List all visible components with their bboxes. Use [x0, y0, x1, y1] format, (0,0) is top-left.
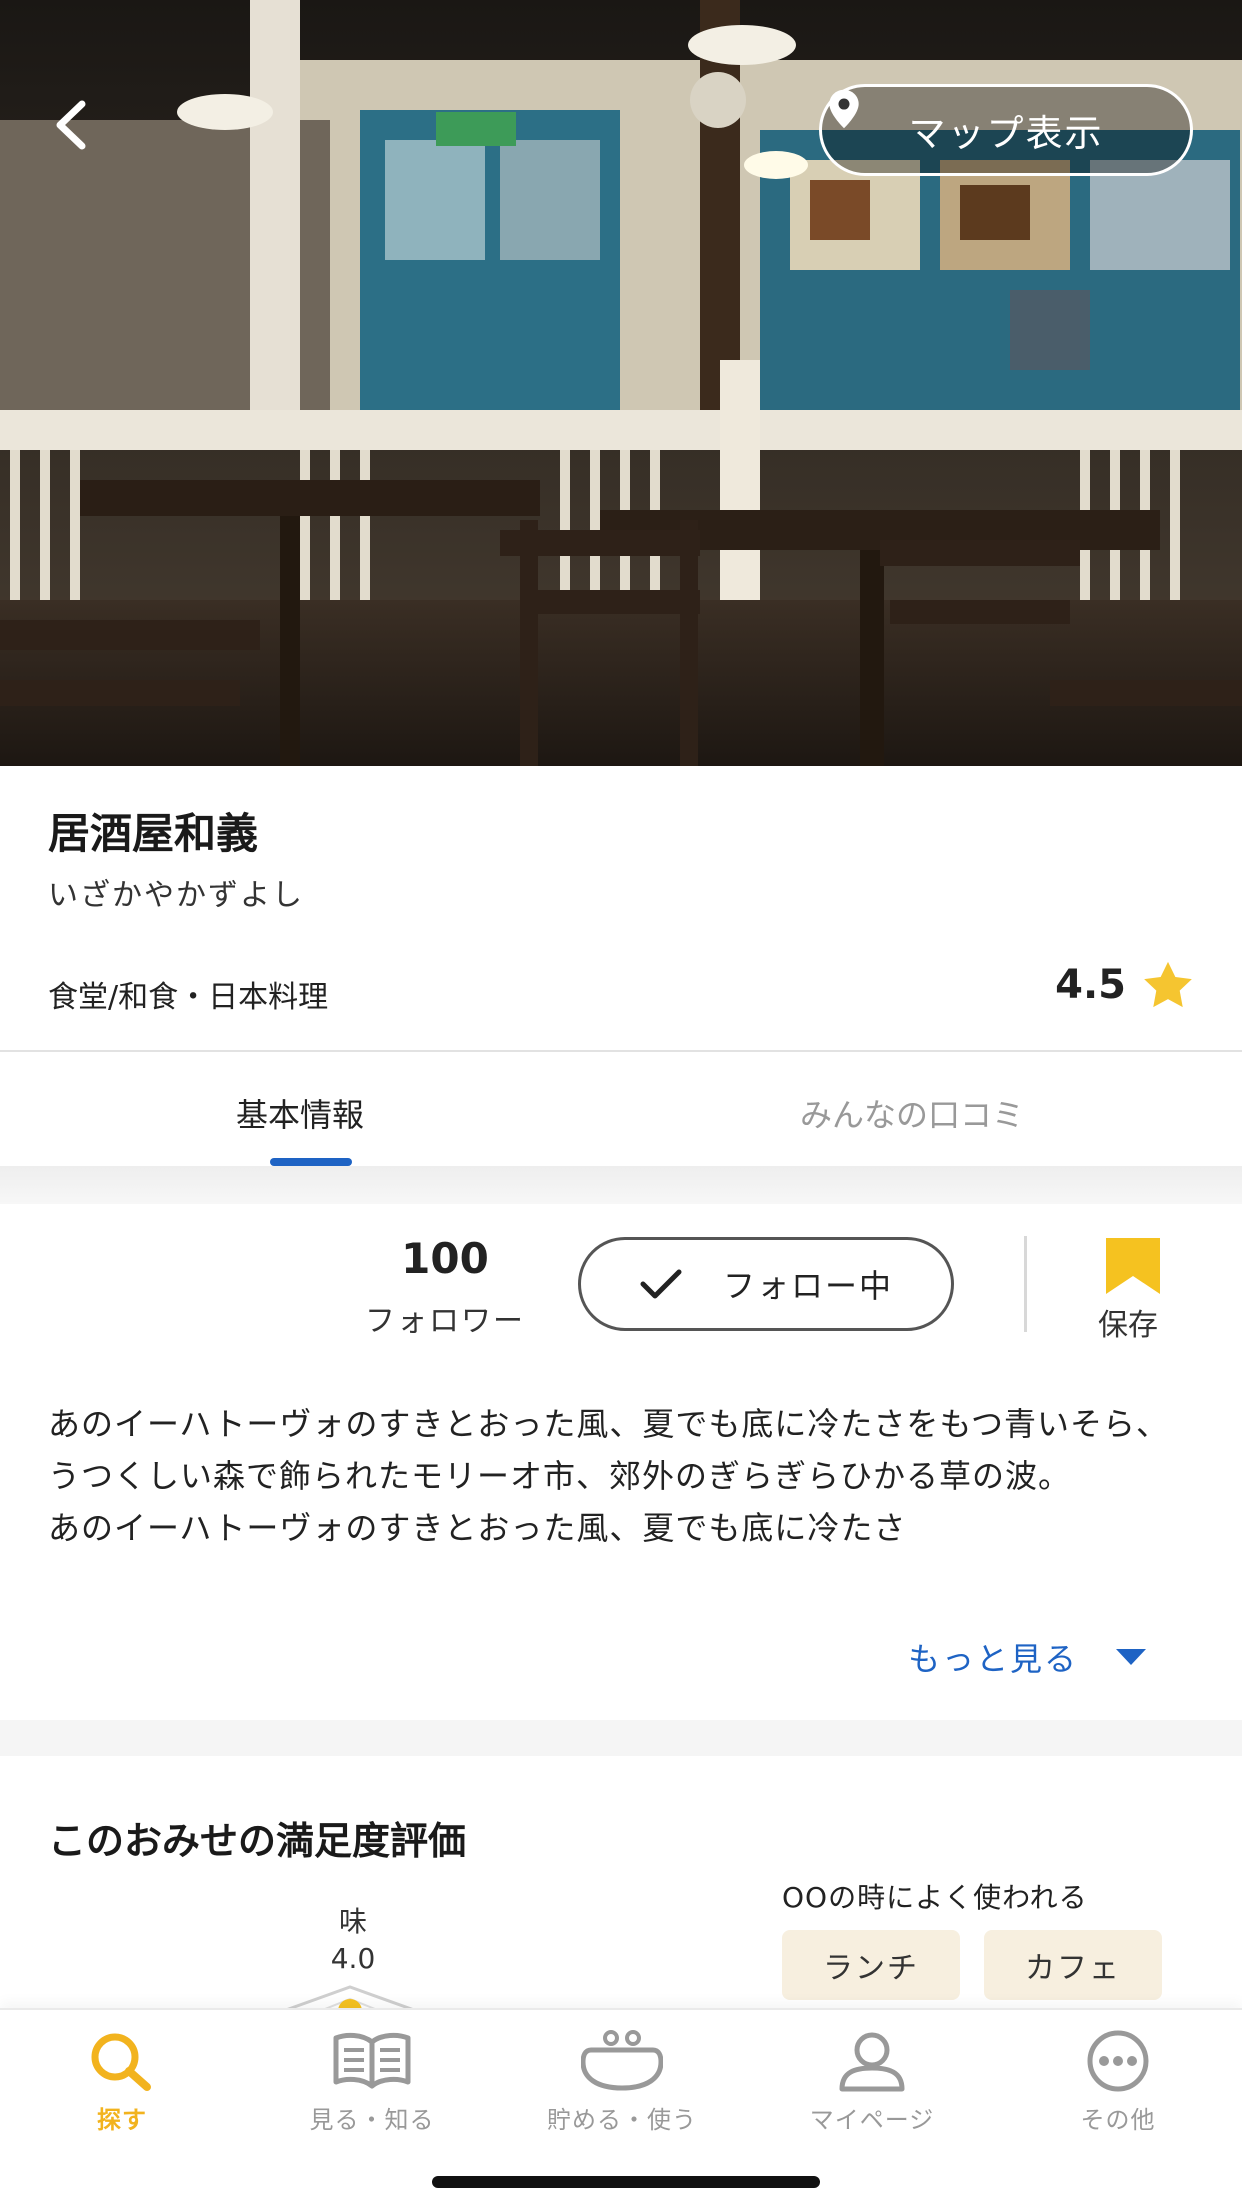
- back-button[interactable]: [52, 100, 112, 160]
- person-icon: [839, 2032, 905, 2092]
- search-icon: [91, 2033, 151, 2091]
- section-separator: [0, 1720, 1242, 1756]
- follow-button[interactable]: フォロー中: [578, 1237, 954, 1331]
- shop-name: 居酒屋和義: [48, 809, 259, 858]
- tab-reviews[interactable]: みんなの口コミ: [800, 1090, 1024, 1136]
- nav-item-search[interactable]: 探す: [2, 2030, 242, 2135]
- purse-icon: [581, 2030, 663, 2091]
- nav-item-more[interactable]: その他: [998, 2030, 1238, 2135]
- tab-basic-info[interactable]: 基本情報: [236, 1090, 364, 1136]
- shop-photo: マップ表示: [0, 0, 1242, 766]
- active-tab-indicator: [270, 1158, 352, 1166]
- shop-description: あのイーハトーヴォのすきとおった風、夏でも底に冷たさをもつ青いそら、うつくしい森…: [48, 1398, 1198, 1554]
- caret-down-icon: [1116, 1649, 1147, 1665]
- map-view-label: マップ表示: [908, 112, 1104, 155]
- nav-item-save-use[interactable]: 貯める・使う: [502, 2030, 742, 2135]
- map-view-button[interactable]: マップ表示: [819, 84, 1193, 176]
- check-icon: [640, 1269, 682, 1299]
- vertical-divider: [1024, 1236, 1027, 1332]
- nav-label: 探す: [97, 2106, 147, 2134]
- book-icon: [333, 2032, 411, 2089]
- chevron-left-icon: [56, 100, 86, 150]
- home-indicator: [432, 2176, 820, 2188]
- shop-category: 食堂/和食・日本料理: [48, 980, 329, 1015]
- nav-label: マイページ: [809, 2106, 935, 2134]
- follow-button-label: フォロー中: [722, 1267, 893, 1305]
- description-line: あのイーハトーヴォのすきとおった風、夏でも底に冷たさ: [48, 1509, 907, 1547]
- more-icon: [1087, 2030, 1149, 2092]
- usage-title: OOの時によく使われる: [782, 1881, 1088, 1914]
- rating-value: 4.5: [1055, 962, 1126, 1008]
- nav-label: 貯める・使う: [547, 2106, 697, 2134]
- bookmark-icon[interactable]: [1104, 1236, 1162, 1296]
- divider: [0, 1050, 1242, 1052]
- satisfaction-title: このおみせの満足度評価: [48, 1819, 467, 1863]
- map-pin-icon: [829, 89, 859, 129]
- usage-chip[interactable]: カフェ: [984, 1930, 1162, 2000]
- nav-label: 見る・知る: [309, 2106, 435, 2134]
- radar-axis-label: 味: [338, 1905, 367, 1938]
- nav-item-mypage[interactable]: マイページ: [752, 2030, 992, 2135]
- show-more-label: もっと見る: [908, 1640, 1079, 1678]
- section-separator: [0, 1166, 1242, 1204]
- save-label[interactable]: 保存: [1098, 1300, 1158, 1344]
- nav-item-see-know[interactable]: 見る・知る: [252, 2030, 492, 2135]
- description-line: あのイーハトーヴォのすきとおった風、夏でも底に冷たさをもつ青いそら、うつくしい森…: [48, 1405, 1170, 1495]
- radar-axis-value: 4.0: [330, 1942, 376, 1975]
- follower-label: フォロワー: [365, 1304, 525, 1339]
- nav-label: その他: [1080, 2106, 1156, 2134]
- shop-rating: 4.5: [1055, 960, 1194, 1010]
- star-icon: [1144, 961, 1192, 1008]
- shop-kana: いざかやかずよし: [48, 878, 304, 913]
- usage-chip[interactable]: ランチ: [782, 1930, 960, 2000]
- show-more-link[interactable]: もっと見る: [908, 1634, 1148, 1680]
- follower-count: 100: [401, 1234, 489, 1283]
